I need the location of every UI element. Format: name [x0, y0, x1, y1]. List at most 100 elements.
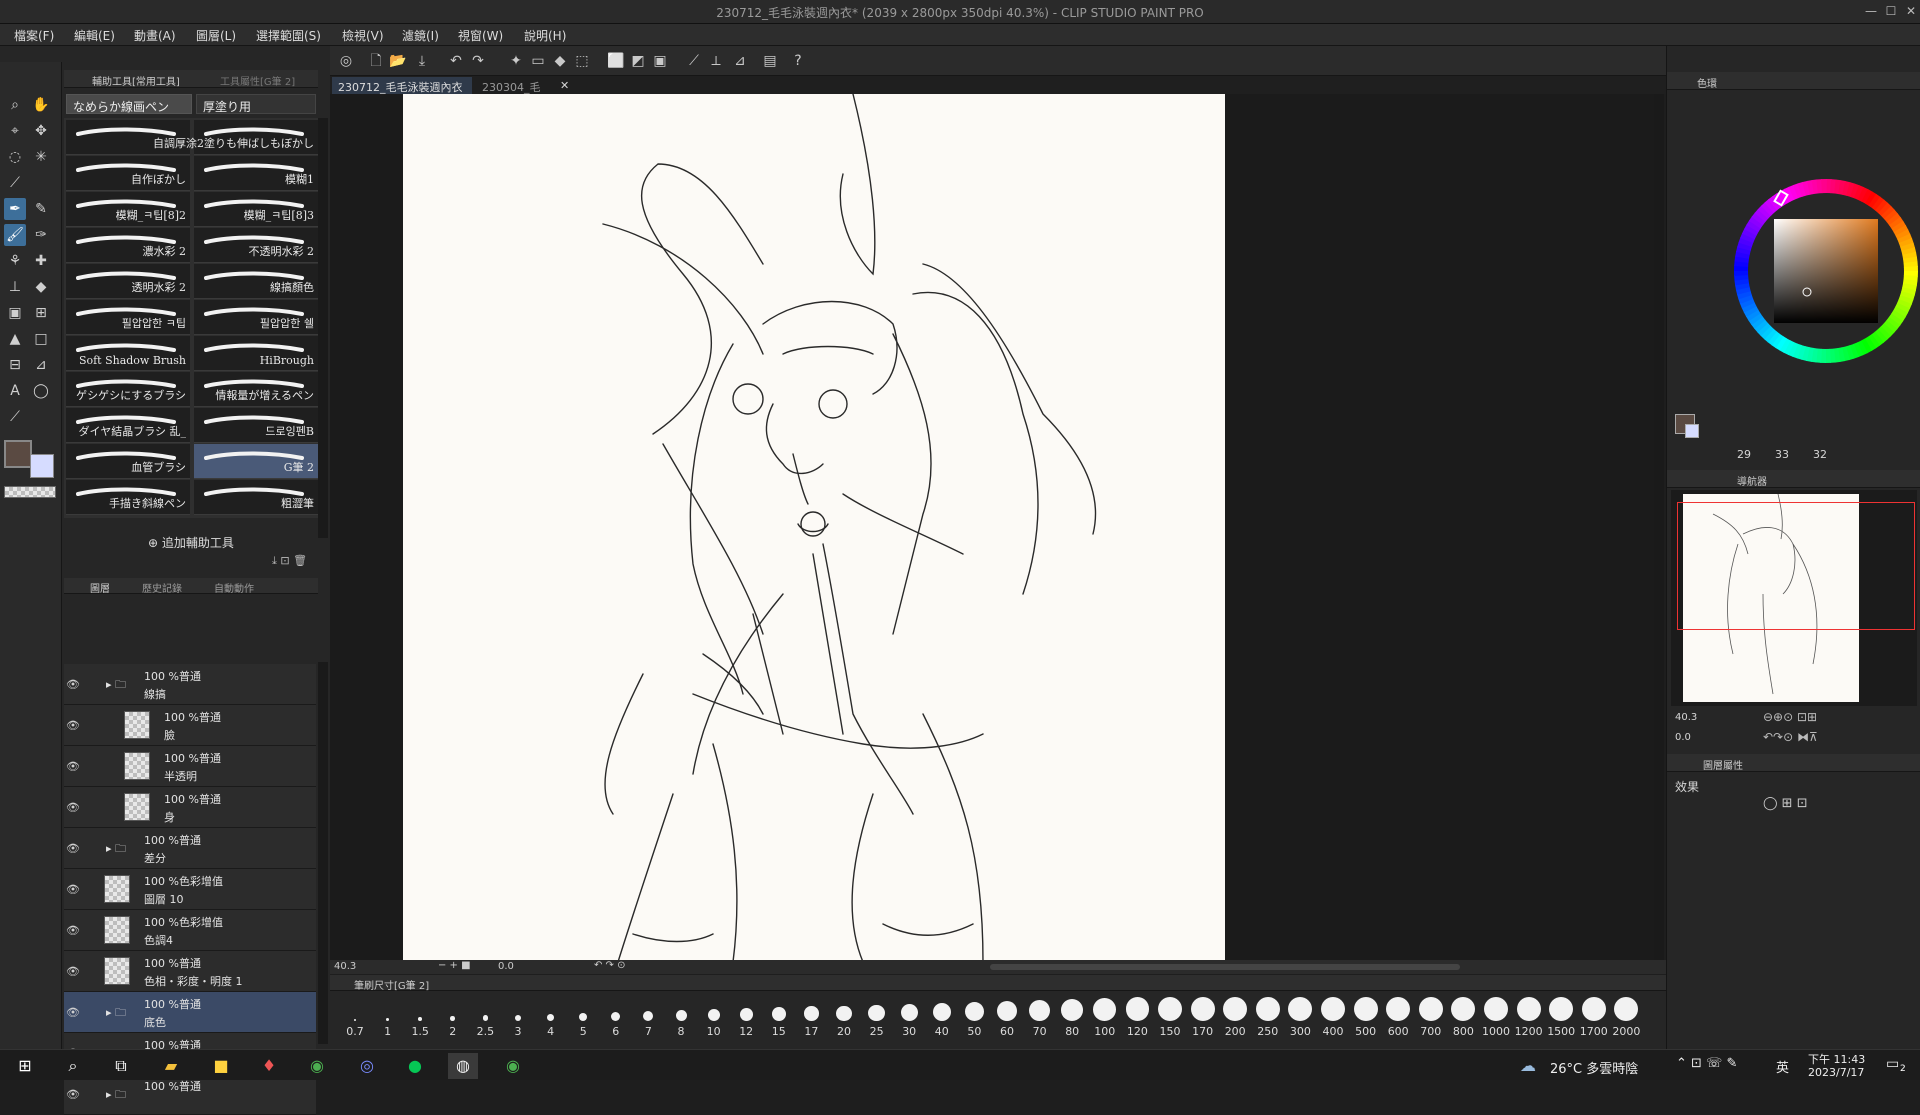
text-icon[interactable]: A	[4, 380, 26, 402]
navigator-viewport[interactable]	[1677, 502, 1915, 630]
menu-layer[interactable]: 圖層(L)	[196, 27, 236, 44]
visibility-eye-icon[interactable]: 👁	[64, 787, 82, 828]
zoom-controls-icon[interactable]: − + ■	[438, 960, 471, 971]
tray-icons[interactable]: ⌃ ⊡ ☏ ✎	[1676, 1056, 1737, 1071]
visibility-eye-icon[interactable]: 👁	[64, 869, 82, 910]
brush-size-option[interactable]: 15	[764, 995, 794, 1038]
auto-action-tab[interactable]: 自動動作	[214, 580, 254, 595]
color-wheel[interactable]	[1729, 174, 1920, 368]
navigator-angle[interactable]: 0.0	[1675, 732, 1691, 743]
visibility-eye-icon[interactable]: 👁	[64, 705, 82, 746]
deselect-icon[interactable]: ⬜	[606, 51, 626, 71]
search-icon[interactable]: ⌕	[58, 1053, 88, 1079]
brush-size-option[interactable]: 40	[927, 995, 957, 1038]
move-icon[interactable]: ✥	[30, 120, 52, 142]
weather-text[interactable]: 26°C 多雲時陰	[1550, 1058, 1638, 1077]
airbrush-icon[interactable]: ✑	[30, 224, 52, 246]
transform-icon[interactable]: ⬚	[572, 51, 592, 71]
angle-value[interactable]: 0.0	[498, 961, 514, 972]
brush-size-option[interactable]: 150	[1155, 995, 1185, 1038]
folder-icon[interactable]: ▸ 🗀	[106, 840, 126, 859]
canvas-horizontal-scrollbar[interactable]	[990, 964, 1460, 970]
brush-list-scrollbar[interactable]	[318, 118, 328, 538]
invert-selection-icon[interactable]: ◩	[628, 51, 648, 71]
transparent-color-swatch[interactable]	[4, 486, 56, 498]
pen-icon[interactable]: ✒	[4, 198, 26, 220]
menu-filter[interactable]: 濾鏡(I)	[402, 27, 439, 44]
close-button[interactable]: ✕	[1902, 2, 1920, 20]
layer-row[interactable]: 👁 ▸ 🗀 100 %普通 線搞	[64, 664, 316, 705]
fill-bucket-icon[interactable]: ▲	[4, 328, 26, 350]
notification-icon[interactable]: ▭	[1886, 1056, 1899, 1072]
brush-item[interactable]: 濃水彩 2	[66, 228, 190, 263]
brush-size-option[interactable]: 12	[731, 995, 761, 1038]
clear-selection-icon[interactable]: ✦	[506, 51, 526, 71]
navigator-tab[interactable]: 導航器	[1737, 473, 1767, 488]
minimize-button[interactable]: —	[1862, 2, 1880, 20]
brush-size-option[interactable]: 1500	[1546, 995, 1576, 1038]
brush-size-option[interactable]: 800	[1448, 995, 1478, 1038]
brush-size-option[interactable]: 400	[1318, 995, 1348, 1038]
hue-segment[interactable]	[1825, 348, 1831, 363]
brush-item[interactable]: ダイヤ結晶ブラシ 乱_	[66, 408, 190, 443]
menu-view[interactable]: 檢視(V)	[342, 27, 384, 44]
navigator-zoom[interactable]: 40.3	[1675, 712, 1697, 723]
balloon-icon[interactable]: ◯	[30, 380, 52, 402]
brush-size-option[interactable]: 200	[1220, 995, 1250, 1038]
show-selection-icon[interactable]: ▣	[650, 51, 670, 71]
brush-size-option[interactable]: 0.7	[340, 995, 370, 1038]
save-icon[interactable]: ⤓	[412, 51, 432, 71]
operation-icon[interactable]: ⌖	[4, 120, 26, 142]
frame-icon[interactable]: ⊟	[4, 354, 26, 376]
clock-time[interactable]: 下午 11:43	[1808, 1051, 1865, 1067]
brush-item[interactable]: 情報量が增えるペン	[194, 372, 318, 407]
brush-size-option[interactable]: 1	[373, 995, 403, 1038]
sticky-notes-icon[interactable]: ■	[206, 1053, 236, 1079]
brush-size-option[interactable]: 2000	[1611, 995, 1641, 1038]
clip-studio-taskbar-icon[interactable]: ◍	[448, 1053, 478, 1079]
visibility-eye-icon[interactable]: 👁	[64, 828, 82, 869]
brush-item[interactable]: 手描き斜線ペン	[66, 480, 190, 515]
weather-icon[interactable]: ☁	[1520, 1056, 1536, 1075]
clip-studio-icon[interactable]: ◎	[336, 51, 356, 71]
add-sub-tool[interactable]: ⊕ 追加輔助工具	[64, 534, 318, 554]
line-icon[interactable]: ●	[400, 1053, 430, 1079]
drawing-canvas[interactable]	[403, 93, 1225, 963]
brush-item[interactable]: 필압압한 쉘	[194, 300, 318, 335]
brush-size-option[interactable]: 80	[1057, 995, 1087, 1038]
brush-item[interactable]: ゲシゲシにするブラシ	[66, 372, 190, 407]
sub-color-swatch[interactable]	[30, 454, 54, 478]
gradient-icon[interactable]: ▣	[4, 302, 26, 324]
brush-item[interactable]: G筆 2	[194, 444, 318, 479]
brush-size-option[interactable]: 70	[1025, 995, 1055, 1038]
correct-line-icon[interactable]: ⟋	[4, 406, 26, 428]
plus-icon[interactable]: ✚	[30, 250, 52, 272]
brush-item[interactable]: 드로잉펜B	[194, 408, 318, 443]
zoom-icon[interactable]: ⌕	[4, 94, 26, 116]
grid-snap-icon[interactable]: ⊿	[730, 51, 750, 71]
brush-size-option[interactable]: 7	[633, 995, 663, 1038]
zoom-value[interactable]: 40.3	[334, 961, 356, 972]
pencil-icon[interactable]: ✎	[30, 198, 52, 220]
brush-item[interactable]: 血管ブラシ	[66, 444, 190, 479]
layer-row[interactable]: 👁 100 %普通 色相・彩度・明度 1	[64, 951, 316, 992]
brush-size-option[interactable]: 4	[536, 995, 566, 1038]
menu-select[interactable]: 選擇範圍(S)	[256, 27, 321, 44]
stamp-icon[interactable]: ⊥	[4, 276, 26, 298]
document-tab-2[interactable]: 230304_毛毛内	[476, 77, 556, 110]
brush-size-option[interactable]: 1700	[1579, 995, 1609, 1038]
eraser-icon[interactable]: ◆	[30, 276, 52, 298]
brush-size-option[interactable]: 3	[503, 995, 533, 1038]
clock-date[interactable]: 2023/7/17	[1808, 1066, 1864, 1079]
close-tab-icon[interactable]: ✕	[560, 79, 569, 92]
navigator-preview[interactable]	[1671, 490, 1917, 706]
layer-row[interactable]: 👁 ▸ 🗀 100 %普通	[64, 1074, 316, 1115]
ruler-snap-icon[interactable]: ⟋	[684, 51, 704, 71]
folder-icon[interactable]: ▸ 🗀	[106, 1004, 126, 1023]
brush-size-option[interactable]: 170	[1188, 995, 1218, 1038]
chrome-profile-icon[interactable]: ◉	[498, 1053, 528, 1079]
visibility-eye-icon[interactable]: 👁	[64, 951, 82, 992]
brush-size-option[interactable]: 10	[699, 995, 729, 1038]
history-tab[interactable]: 歷史記錄	[142, 580, 182, 595]
grid-icon[interactable]: ⊞	[30, 302, 52, 324]
